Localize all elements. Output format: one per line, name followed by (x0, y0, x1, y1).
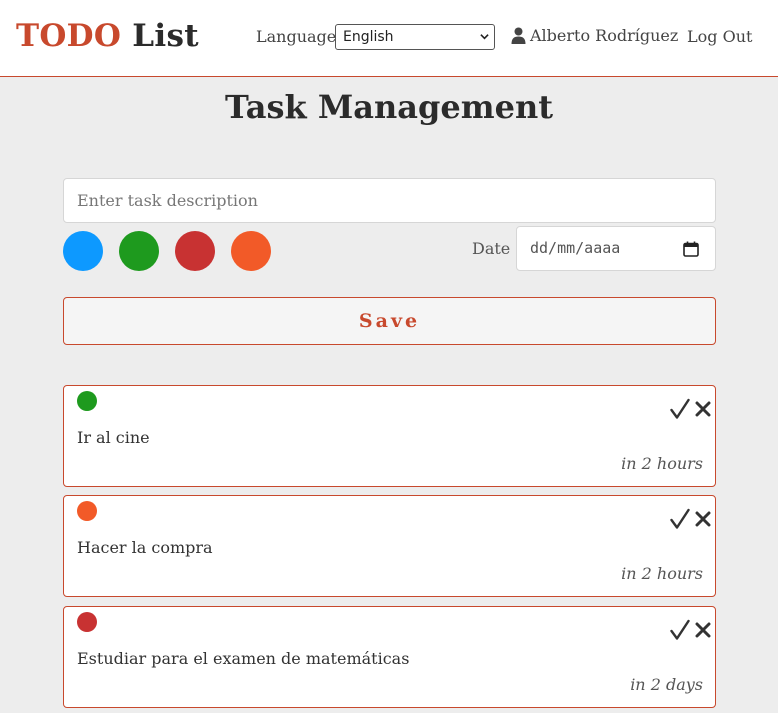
color-option-green[interactable] (119, 231, 159, 271)
brand-logo[interactable]: TODO List (16, 18, 199, 54)
task-card: Estudiar para el examen de matemáticas i… (63, 606, 716, 708)
date-label: Date (472, 239, 511, 258)
save-button[interactable]: Save (63, 297, 716, 345)
color-option-red[interactable] (175, 231, 215, 271)
logout-link[interactable]: Log Out (687, 27, 752, 46)
user-name: Alberto Rodríguez (530, 26, 679, 45)
task-description-input[interactable]: Enter task description (63, 178, 716, 223)
task-description-placeholder: Enter task description (77, 191, 258, 210)
task-due: in 2 hours (621, 454, 703, 473)
task-description: Hacer la compra (77, 538, 213, 557)
task-description: Ir al cine (77, 428, 150, 447)
navbar: TODO List Language English Alberto Rodrí… (0, 0, 778, 77)
user-icon (511, 27, 526, 44)
check-icon[interactable] (670, 619, 690, 641)
language-selected-value: English (343, 29, 394, 45)
date-placeholder: dd/mm/aaaa (530, 239, 621, 257)
task-card: Hacer la compra in 2 hours (63, 495, 716, 597)
color-option-orange[interactable] (231, 231, 271, 271)
check-icon[interactable] (670, 508, 690, 530)
user-menu[interactable]: Alberto Rodríguez (511, 26, 678, 45)
color-option-blue[interactable] (63, 231, 103, 271)
language-select[interactable]: English (335, 24, 495, 50)
brand-list: List (132, 18, 199, 54)
page-title: Task Management (225, 88, 553, 126)
task-color-dot (77, 501, 97, 521)
date-input[interactable]: dd/mm/aaaa (516, 226, 716, 271)
task-card: Ir al cine in 2 hours (63, 385, 716, 487)
language-label: Language (256, 27, 337, 46)
task-color-dot (77, 612, 97, 632)
task-due: in 2 hours (621, 564, 703, 583)
brand-todo: TODO (16, 18, 122, 54)
chevron-down-icon (480, 34, 489, 40)
task-due: in 2 days (630, 675, 703, 694)
task-description: Estudiar para el examen de matemáticas (77, 649, 410, 668)
calendar-icon[interactable] (683, 241, 699, 257)
check-icon[interactable] (670, 398, 690, 420)
close-icon[interactable] (695, 401, 711, 417)
close-icon[interactable] (695, 511, 711, 527)
task-color-dot (77, 391, 97, 411)
close-icon[interactable] (695, 622, 711, 638)
